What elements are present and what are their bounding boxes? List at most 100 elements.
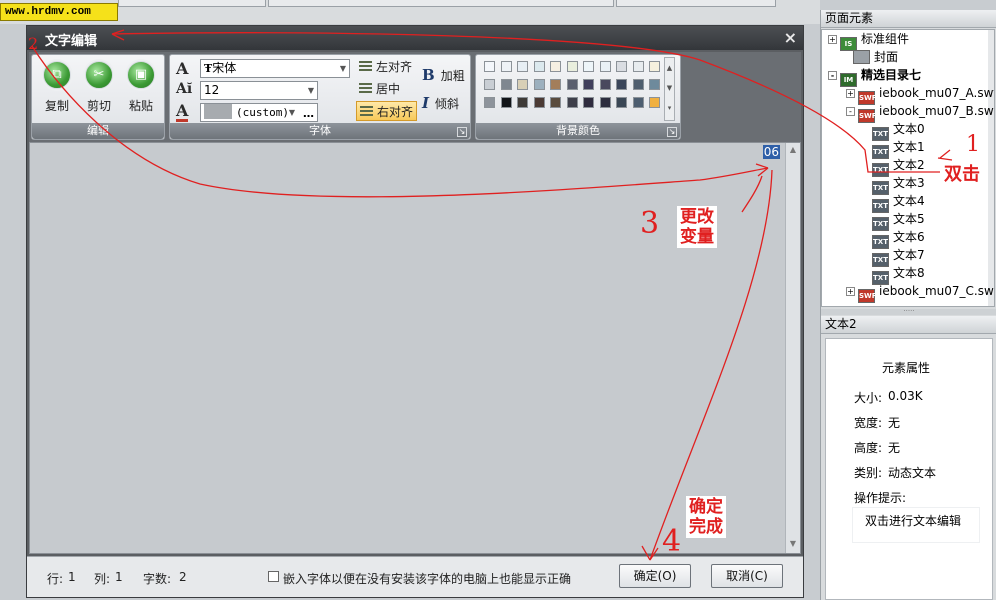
color-swatch[interactable] [599, 61, 611, 72]
expand-icon[interactable]: + [846, 287, 855, 296]
expand-icon[interactable]: + [846, 89, 855, 98]
tree-scrollbar[interactable] [988, 30, 994, 306]
color-swatch[interactable] [533, 97, 545, 108]
align-center-button[interactable]: 居中 [356, 79, 403, 99]
font-dialog-launcher-icon[interactable]: ↘ [457, 127, 467, 137]
scroll-more-icon[interactable]: ▾ [665, 98, 674, 118]
color-swatch[interactable] [533, 79, 545, 90]
color-swatch[interactable] [550, 61, 561, 72]
tree-item-label: iebook_mu07_C.swf [879, 284, 995, 298]
color-swatch[interactable] [632, 79, 644, 90]
color-swatch[interactable] [599, 79, 611, 90]
tree-item[interactable]: - SWF iebook_mu07_B.swf [846, 102, 994, 123]
color-swatch[interactable] [649, 79, 660, 90]
tree-item[interactable]: TXT 文本8 [872, 264, 925, 285]
tree-item-label: 封面 [874, 50, 899, 64]
scroll-down-icon[interactable]: ▼ [788, 539, 798, 551]
host-tab[interactable] [616, 0, 776, 7]
color-swatch[interactable] [484, 97, 495, 108]
chevron-down-icon[interactable]: ▼ [308, 82, 314, 99]
tree-item[interactable]: TXT 文本4 [872, 192, 925, 213]
chevron-down-icon[interactable]: ▼ [340, 60, 346, 77]
color-swatch[interactable] [649, 97, 660, 108]
scroll-up-icon[interactable]: ▲ [788, 145, 798, 157]
close-icon[interactable]: × [784, 28, 797, 47]
tree-item[interactable]: TXT 文本2 [872, 156, 925, 177]
color-swatch[interactable] [566, 79, 578, 90]
color-swatch[interactable] [583, 61, 594, 72]
paste-button[interactable]: 粘贴 [129, 97, 153, 114]
cancel-button[interactable]: 取消(C) [711, 564, 783, 588]
editor-selected-text[interactable]: 06 [762, 145, 780, 159]
embed-font-label[interactable]: 嵌入字体以便在没有安装该字体的电脑上也能显示正确 [283, 570, 571, 587]
font-name-value: 宋体 [212, 61, 237, 75]
color-swatch[interactable] [484, 79, 495, 90]
more-colors-icon[interactable]: … [303, 105, 314, 122]
color-swatch[interactable] [517, 79, 528, 90]
bold-button[interactable]: B 加粗 [422, 65, 465, 85]
color-swatch[interactable] [500, 97, 512, 108]
color-swatch[interactable] [649, 61, 660, 72]
color-swatch[interactable] [616, 97, 627, 108]
panel-splitter[interactable]: ····· [821, 308, 996, 315]
color-swatch[interactable] [550, 79, 561, 90]
color-swatch[interactable] [583, 97, 594, 108]
tree-item[interactable]: + SWF iebook_mu07_C.swf [846, 282, 995, 303]
color-swatch[interactable] [500, 79, 512, 90]
color-swatch[interactable] [616, 61, 627, 72]
copy-icon[interactable]: ⧉ [43, 61, 71, 89]
scroll-down-icon[interactable]: ▼ [665, 78, 674, 98]
color-swatch[interactable] [517, 97, 528, 108]
expand-icon[interactable]: + [828, 35, 837, 44]
tree-item[interactable]: TXT 文本1 [872, 138, 925, 159]
background-dialog-launcher-icon[interactable]: ↘ [667, 127, 677, 137]
editor-scrollbar[interactable]: ▲ ▼ [785, 143, 800, 553]
color-swatch[interactable] [566, 61, 578, 72]
font-group: A Ŧ宋体 ▼ Aĭ 12 ▼ A (custom) ▼ … 左对齐 居中 右对… [169, 54, 471, 140]
font-name-select[interactable]: Ŧ宋体 ▼ [200, 59, 350, 78]
paste-icon[interactable]: ▣ [127, 61, 155, 89]
italic-button[interactable]: I 倾斜 [422, 93, 459, 113]
cut-icon[interactable]: ✂ [85, 61, 113, 89]
text-editor-area[interactable]: 06 ▲ ▼ [29, 142, 801, 554]
tree-item[interactable]: TXT 文本6 [872, 228, 925, 249]
tree-item[interactable]: TXT 文本3 [872, 174, 925, 195]
annotation-step-3-line-2: 变量 [680, 227, 714, 247]
color-swatch[interactable] [517, 61, 528, 72]
embed-font-checkbox[interactable] [268, 571, 279, 582]
color-swatch[interactable] [500, 61, 512, 72]
color-swatch[interactable] [533, 61, 545, 72]
host-tab[interactable] [118, 0, 266, 7]
page-elements-panel: 页面元素 + IS 标准组件 封面 - IM 精选目录七 + SWF iebook_mu07_A.… [820, 10, 996, 600]
cut-button[interactable]: 剪切 [87, 97, 111, 114]
collapse-icon[interactable]: - [846, 107, 855, 116]
color-swatch[interactable] [583, 79, 594, 90]
color-swatch[interactable] [632, 61, 644, 72]
color-swatch[interactable] [484, 61, 495, 72]
align-right-button[interactable]: 右对齐 [356, 101, 418, 121]
scroll-up-icon[interactable]: ▲ [665, 58, 674, 78]
align-left-button[interactable]: 左对齐 [356, 57, 415, 77]
color-swatch[interactable] [566, 97, 578, 108]
font-size-select[interactable]: 12 ▼ [200, 81, 318, 100]
tree-item[interactable]: TXT 文本0 [872, 120, 925, 141]
swatch-scrollbar[interactable]: ▲ ▼ ▾ [664, 57, 675, 121]
color-swatch[interactable] [616, 79, 627, 90]
color-swatch[interactable] [599, 97, 611, 108]
color-swatch[interactable] [632, 97, 644, 108]
tree-item[interactable]: TXT 文本5 [872, 210, 925, 231]
tree-item[interactable]: + SWF iebook_mu07_A.swf [846, 84, 994, 105]
tree-item[interactable]: - IM 精选目录七 [828, 66, 921, 87]
col-value: 1 [115, 570, 123, 584]
font-color-select[interactable]: (custom) ▼ … [200, 103, 318, 122]
copy-button[interactable]: 复制 [45, 97, 69, 114]
host-tab[interactable] [268, 0, 614, 7]
tree-item[interactable]: + IS 标准组件 [828, 30, 909, 51]
ok-button[interactable]: 确定(O) [619, 564, 691, 588]
collapse-icon[interactable]: - [828, 71, 837, 80]
dialog-title-bar[interactable]: 文字编辑 × [27, 26, 803, 50]
tree-item[interactable]: TXT 文本7 [872, 246, 925, 267]
tree-item[interactable]: 封面 [853, 48, 898, 66]
chevron-down-icon[interactable]: ▼ [289, 104, 295, 121]
color-swatch[interactable] [550, 97, 561, 108]
